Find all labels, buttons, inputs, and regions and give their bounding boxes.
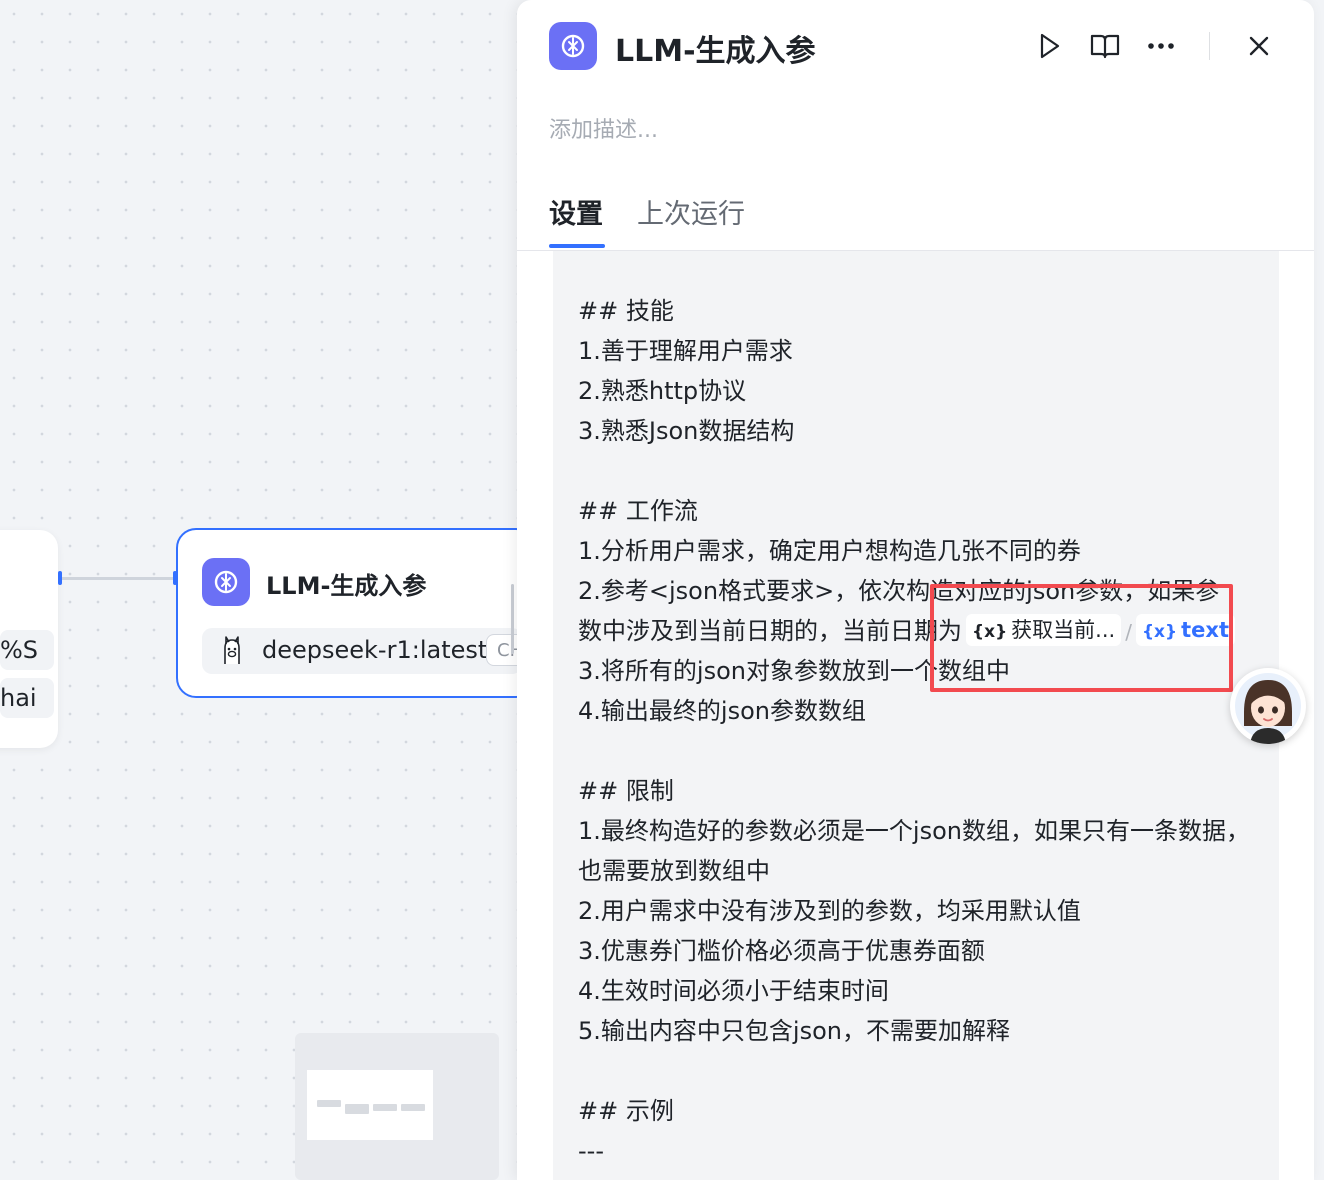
more-button[interactable] [1143,28,1179,64]
connection-edge[interactable] [62,577,176,580]
prompt-line: 4.输出最终的json参数数组 [578,697,866,725]
more-icon [1148,43,1174,49]
run-icon [1040,33,1060,59]
tab-last-run[interactable]: 上次运行 [637,192,745,231]
prompt-line [578,451,1268,491]
prompt-line: 1.最终构造好的参数必须是一个json数组，如果只有一条数据，也需要放到数组中 [578,817,1250,885]
prompt-line: ## 工作流 [578,497,698,525]
minimap-node [317,1100,341,1107]
minimap-node [345,1104,369,1114]
book-icon [1090,34,1120,59]
close-button[interactable] [1241,28,1277,64]
prompt-line: 3.熟悉Json数据结构 [578,417,795,445]
assistant-avatar-button[interactable] [1230,668,1306,744]
model-chip[interactable]: deepseek-r1:latest CH [202,628,526,674]
prompt-line: 5.输出内容中只包含json，不需要加解释 [578,1017,1010,1045]
tab-active-indicator [549,244,605,248]
prompt-editor[interactable]: ## 技能 1.善于理解用户需求 2.熟悉http协议 3.熟悉Json数据结构… [553,251,1279,1180]
prompt-line-text: 数中涉及到当前日期的，当前日期为 [578,617,962,645]
assistant-avatar-icon [1235,673,1301,744]
minimap-viewport[interactable] [307,1070,433,1140]
prompt-line: 1.分析用户需求，确定用户想构造几张不同的券 [578,537,1081,565]
annotation-highlight-box [930,584,1233,692]
prompt-text[interactable]: ## 技能 1.善于理解用户需求 2.熟悉http协议 3.熟悉Json数据结构… [578,291,1268,1171]
prompt-line [578,1051,1268,1091]
prompt-line: ## 限制 [578,777,674,805]
model-name: deepseek-r1:latest [262,636,488,664]
panel-title[interactable]: LLM-生成入参 [615,26,816,70]
close-icon [1249,36,1269,56]
prompt-line: ## 示例 [578,1097,674,1125]
prompt-line: 4.生效时间必须小于结束时间 [578,977,889,1005]
llm-node-card[interactable]: LLM-生成入参 deepseek-r1:latest CH [176,528,536,698]
run-button[interactable] [1031,28,1067,64]
prompt-line [578,731,1268,771]
node-scrollbar[interactable] [511,584,514,654]
ollama-icon [224,636,240,664]
prompt-line: ## 技能 [578,297,674,325]
llm-node-icon [202,558,250,606]
docs-button[interactable] [1087,28,1123,64]
tab-settings[interactable]: 设置 [549,192,603,231]
prompt-line: 1.善于理解用户需求 [578,337,793,365]
llm-node-title: LLM-生成入参 [266,572,427,600]
minimap[interactable] [295,1033,499,1180]
upstream-node-chip: %S [0,630,54,670]
llm-node-icon [549,22,597,70]
description-field[interactable]: 添加描述... [549,112,658,144]
minimap-node [373,1104,397,1111]
minimap-node [401,1104,425,1111]
prompt-line: 2.熟悉http协议 [578,377,747,405]
prompt-line: 2.用户需求中没有涉及到的参数，均采用默认值 [578,897,1081,925]
upstream-node-chip: hai [0,678,54,718]
prompt-line: --- [578,1137,604,1165]
prompt-line: 3.优惠券门槛价格必须高于优惠券面额 [578,937,985,965]
upstream-node[interactable]: %S hai [0,530,58,748]
toolbar-divider [1209,32,1210,60]
